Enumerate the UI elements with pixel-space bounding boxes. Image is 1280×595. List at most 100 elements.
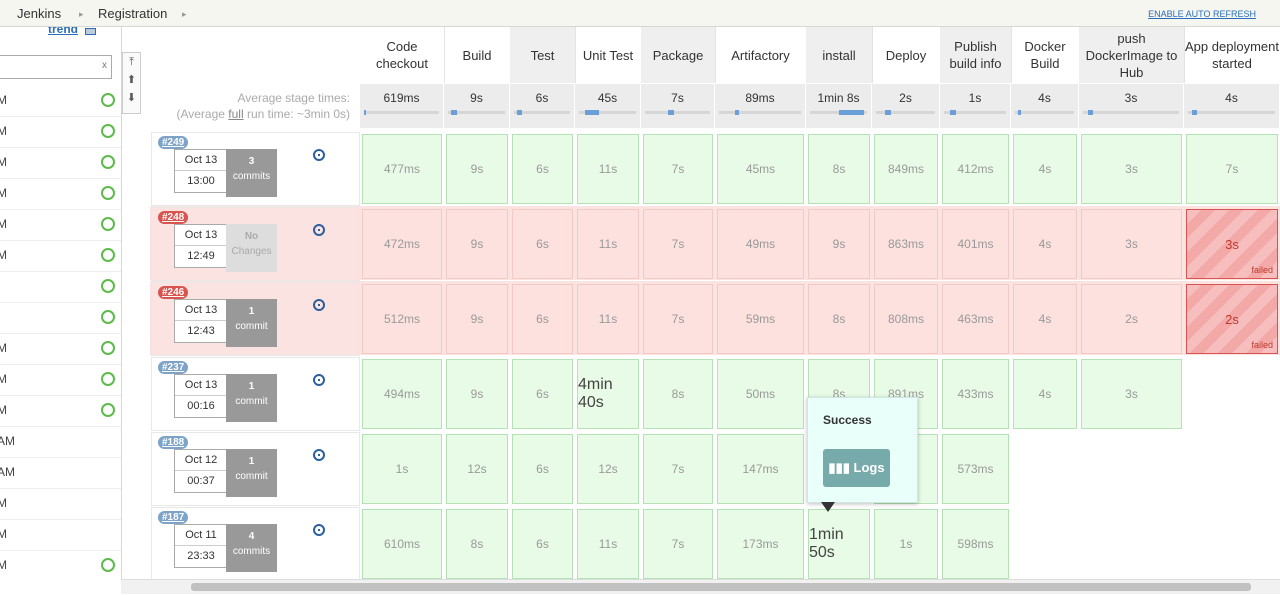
stage-cell[interactable]: 7s — [1186, 134, 1278, 204]
stage-cell[interactable]: 3s — [1081, 134, 1182, 204]
stage-cell[interactable]: 7s — [643, 434, 713, 504]
history-row[interactable]: M — [0, 85, 121, 117]
stage-cell[interactable]: 50ms — [717, 359, 804, 429]
stage-cell[interactable]: 11s — [577, 134, 639, 204]
changes-badge[interactable]: 4 commits — [226, 524, 277, 572]
success-status-icon[interactable] — [101, 186, 115, 200]
build-row[interactable]: #187 Oct 11 23:33 4 commits — [151, 507, 360, 581]
history-row[interactable]: M — [0, 240, 121, 272]
build-row[interactable]: #188 Oct 12 00:37 1 commit — [151, 432, 360, 506]
stage-cell[interactable]: 7s — [643, 134, 713, 204]
stage-cell[interactable]: 8s — [808, 284, 870, 354]
info-icon[interactable] — [313, 224, 325, 236]
stage-cell[interactable]: 494ms — [362, 359, 442, 429]
changes-badge[interactable]: 3 commits — [226, 149, 277, 197]
success-status-icon[interactable] — [101, 155, 115, 169]
stage-cell[interactable]: 610ms — [362, 509, 442, 579]
stage-cell[interactable]: 6s — [512, 509, 573, 579]
history-row[interactable]: M — [0, 519, 121, 551]
stage-cell[interactable]: 9s — [446, 134, 508, 204]
enable-auto-refresh-link[interactable]: ENABLE AUTO REFRESH — [1148, 9, 1256, 19]
success-status-icon[interactable] — [101, 310, 115, 324]
horizontal-scrollbar[interactable] — [121, 579, 1280, 594]
logs-button[interactable]: ▮▮▮ Logs — [823, 449, 890, 487]
info-icon[interactable] — [313, 524, 325, 536]
success-status-icon[interactable] — [101, 217, 115, 231]
success-status-icon[interactable] — [101, 403, 115, 417]
stage-cell[interactable]: 2s — [1081, 284, 1182, 354]
breadcrumb-jenkins[interactable]: Jenkins — [17, 6, 61, 21]
success-status-icon[interactable] — [101, 372, 115, 386]
history-row[interactable]: AM — [0, 457, 121, 489]
build-number-link[interactable]: #188 — [158, 436, 189, 449]
stage-cell[interactable]: 11s — [577, 509, 639, 579]
stage-cell-failed[interactable]: 3s failed — [1186, 209, 1278, 279]
stage-cell[interactable]: 45ms — [717, 134, 804, 204]
info-icon[interactable] — [313, 149, 325, 161]
build-number-link[interactable]: #248 — [158, 211, 189, 224]
build-row[interactable]: #249 Oct 13 13:00 3 commits — [151, 132, 360, 206]
stage-cell[interactable]: 59ms — [717, 284, 804, 354]
build-row[interactable]: #237 Oct 13 00:16 1 commit — [151, 357, 360, 431]
changes-badge[interactable]: 1 commit — [226, 449, 277, 497]
stage-cell[interactable]: 849ms — [874, 134, 938, 204]
stage-cell[interactable]: 11s — [577, 209, 639, 279]
stage-cell[interactable]: 147ms — [717, 434, 804, 504]
stage-cell[interactable]: 412ms — [942, 134, 1009, 204]
history-row[interactable]: M — [0, 147, 121, 179]
history-row[interactable]: M — [0, 364, 121, 396]
stage-cell[interactable]: 6s — [512, 134, 573, 204]
history-row[interactable]: M — [0, 395, 121, 427]
trend-icon[interactable] — [85, 28, 96, 35]
stage-cell[interactable]: 808ms — [874, 284, 938, 354]
stage-cell-failed[interactable]: 2s failed — [1186, 284, 1278, 354]
stage-cell[interactable]: 8s — [446, 509, 508, 579]
stage-cell[interactable]: 573ms — [942, 434, 1009, 504]
changes-badge[interactable]: 1 commit — [226, 374, 277, 422]
history-row[interactable]: M — [0, 333, 121, 365]
stage-cell[interactable]: 3s — [1081, 209, 1182, 279]
stage-cell[interactable]: 6s — [512, 359, 573, 429]
arrow-top-icon[interactable]: ⤒ — [123, 53, 140, 71]
build-number-link[interactable]: #187 — [158, 511, 189, 524]
build-row[interactable]: #246 Oct 13 12:43 1 commit — [151, 282, 360, 356]
success-status-icon[interactable] — [101, 248, 115, 262]
history-row[interactable]: AM — [0, 426, 121, 458]
breadcrumb-registration[interactable]: Registration — [98, 6, 167, 21]
stage-cell[interactable]: 4s — [1013, 209, 1077, 279]
stage-cell[interactable]: 8s — [643, 359, 713, 429]
stage-cell[interactable]: 512ms — [362, 284, 442, 354]
success-status-icon[interactable] — [101, 279, 115, 293]
scroll-thumb[interactable] — [191, 583, 1251, 591]
history-row[interactable]: M — [0, 488, 121, 520]
stage-cell[interactable]: 6s — [512, 209, 573, 279]
stage-cell[interactable]: 6s — [512, 284, 573, 354]
stage-cell[interactable]: 433ms — [942, 359, 1009, 429]
stage-cell[interactable]: 401ms — [942, 209, 1009, 279]
arrow-up-icon[interactable]: ⬆ — [123, 71, 140, 89]
stage-cell[interactable]: 1s — [874, 509, 938, 579]
trend-link[interactable]: trend — [48, 27, 78, 36]
arrow-down-icon[interactable]: ⬇ — [123, 89, 140, 107]
scroll-arrows[interactable]: ⤒ ⬆ ⬇ — [122, 52, 141, 114]
history-row[interactable]: M — [0, 116, 121, 148]
stage-cell[interactable]: 12s — [446, 434, 508, 504]
stage-cell[interactable]: 598ms — [942, 509, 1009, 579]
stage-cell[interactable]: 3s — [1081, 359, 1182, 429]
info-icon[interactable] — [313, 374, 325, 386]
stage-cell[interactable]: 7s — [643, 209, 713, 279]
clear-filter-icon[interactable]: x — [102, 60, 107, 71]
build-number-link[interactable]: #246 — [158, 286, 189, 299]
stage-cell[interactable]: 12s — [577, 434, 639, 504]
stage-cell[interactable]: 8s — [808, 134, 870, 204]
info-icon[interactable] — [313, 299, 325, 311]
info-icon[interactable] — [313, 449, 325, 461]
history-row[interactable]: M — [0, 550, 121, 579]
stage-cell[interactable]: 9s — [446, 209, 508, 279]
stage-cell[interactable]: 472ms — [362, 209, 442, 279]
stage-cell[interactable]: 9s — [446, 284, 508, 354]
history-row[interactable]: M — [0, 209, 121, 241]
stage-cell[interactable]: 11s — [577, 284, 639, 354]
stage-cell[interactable]: 7s — [643, 509, 713, 579]
stage-cell[interactable]: 7s — [643, 284, 713, 354]
